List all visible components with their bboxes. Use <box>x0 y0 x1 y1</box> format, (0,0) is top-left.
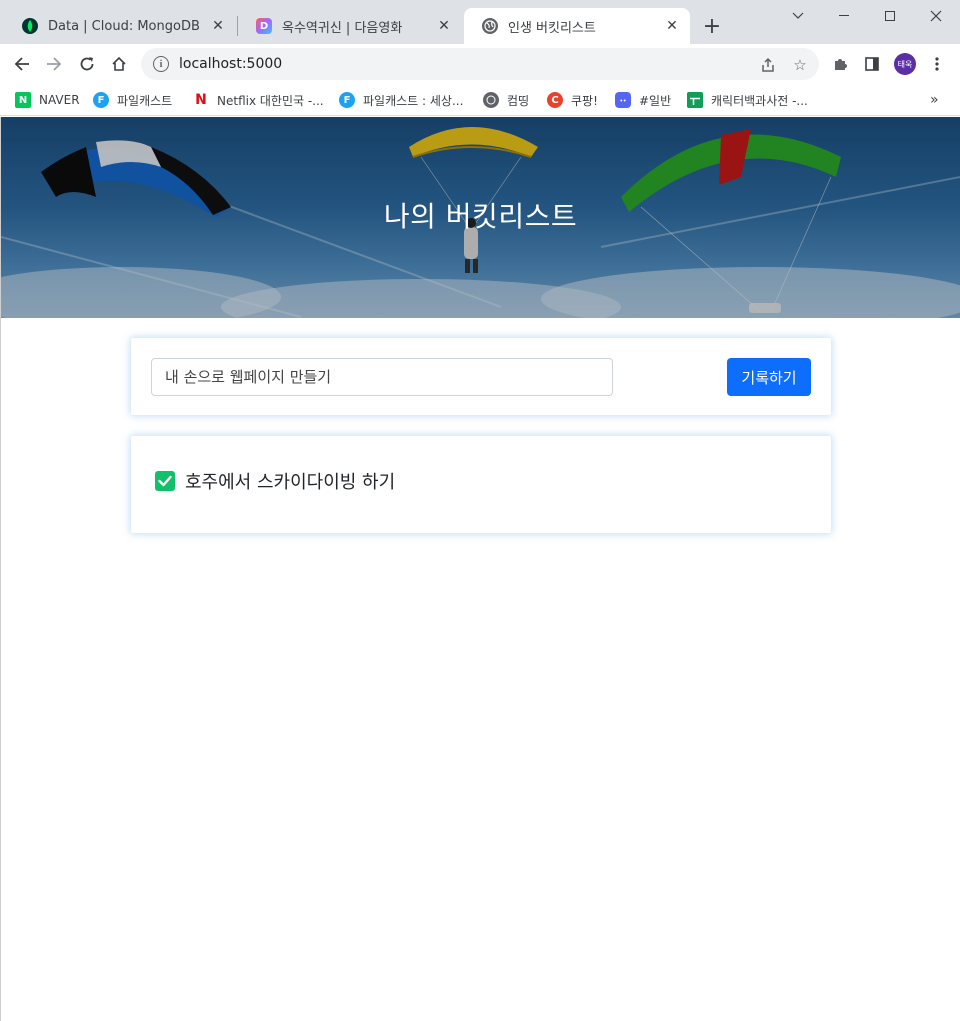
bookmark-comthing[interactable]: 컴띵 <box>483 91 529 109</box>
bookmark-character-wiki[interactable]: 캐릭터백과사전 -... <box>687 91 808 109</box>
tab-bucket-list[interactable]: 인생 버킷리스트 ✕ <box>464 8 690 44</box>
extensions-puzzle-icon[interactable] <box>831 55 849 73</box>
bookmark-label: 캐릭터백과사전 -... <box>711 93 808 108</box>
bucket-input[interactable] <box>151 358 613 396</box>
bookmark-label: Netflix 대한민국 -... <box>217 93 324 108</box>
bookmark-filecast[interactable]: F 파일캐스트 <box>93 91 172 109</box>
forward-arrow-icon[interactable] <box>40 50 68 78</box>
tab-title: 옥수역귀신 | 다음영화 <box>282 20 403 36</box>
discord-icon <box>615 92 631 108</box>
tab-title: Data | Cloud: MongoDB Cloud <box>48 18 204 34</box>
bookmark-label: NAVER <box>39 93 80 107</box>
bucket-input-card: 기록하기 <box>131 338 831 415</box>
close-window-button[interactable] <box>916 4 956 28</box>
minimize-button[interactable] <box>824 4 864 28</box>
bucket-list-card: 호주에서 스카이다이빙 하기 <box>131 436 831 533</box>
bookmark-star-icon[interactable]: ☆ <box>791 56 809 74</box>
address-url: localhost:5000 <box>179 56 283 72</box>
coupang-icon: C <box>547 92 563 108</box>
bucket-item-text: 호주에서 스카이다이빙 하기 <box>185 472 396 493</box>
bookmark-label: 쿠팡! <box>571 93 598 108</box>
save-button[interactable]: 기록하기 <box>727 358 811 396</box>
new-tab-button[interactable]: + <box>700 14 724 39</box>
checkbox-checked-icon[interactable] <box>155 471 175 491</box>
maximize-button[interactable] <box>870 4 910 28</box>
tab-mongodb[interactable]: Data | Cloud: MongoDB Cloud ✕ <box>4 8 236 44</box>
bookmark-netflix[interactable]: N Netflix 대한민국 -... <box>193 91 324 109</box>
globe-icon <box>483 92 499 108</box>
tab-search-chevron-icon[interactable] <box>778 4 818 28</box>
side-panel-icon[interactable] <box>863 55 881 73</box>
bookmarks-overflow-chevron-icon[interactable]: » <box>930 91 939 109</box>
more-menu-icon[interactable] <box>928 55 946 73</box>
daum-movie-icon: D <box>256 18 272 34</box>
filecast-icon: F <box>93 92 109 108</box>
reload-icon[interactable] <box>73 50 101 78</box>
mongodb-leaf-icon <box>22 18 38 34</box>
netflix-icon: N <box>195 92 207 108</box>
naver-icon: N <box>15 92 31 108</box>
list-item: 호주에서 스카이다이빙 하기 <box>155 468 395 494</box>
bookmarks-bar: N NAVER F 파일캐스트 N Netflix 대한민국 -... F 파일… <box>0 84 960 116</box>
bookmark-label: 컴띵 <box>507 93 530 108</box>
bookmark-naver[interactable]: N NAVER <box>15 91 80 109</box>
globe-icon <box>482 18 498 34</box>
bookmark-filecast-2[interactable]: F 파일캐스트 : 세상... <box>339 91 463 109</box>
bookmark-label: 파일캐스트 <box>117 93 173 108</box>
back-arrow-icon[interactable] <box>8 50 36 78</box>
profile-avatar[interactable]: 태욱 <box>894 53 916 75</box>
page-title: 나의 버킷리스트 <box>383 200 578 233</box>
bookmark-label: #일반 <box>639 93 672 108</box>
bookmark-coupang[interactable]: C 쿠팡! <box>547 91 598 109</box>
tab-title: 인생 버킷리스트 <box>508 20 596 36</box>
site-info-icon[interactable]: i <box>153 56 169 72</box>
sheets-icon <box>687 92 703 108</box>
share-icon[interactable] <box>759 56 777 74</box>
bookmark-label: 파일캐스트 : 세상... <box>363 93 464 108</box>
close-icon[interactable]: ✕ <box>436 18 452 34</box>
filecast-icon: F <box>339 92 355 108</box>
close-icon[interactable]: ✕ <box>664 18 680 34</box>
hero-banner: 나의 버킷리스트 <box>1 117 960 318</box>
home-icon[interactable] <box>105 50 133 78</box>
bookmark-discord[interactable]: #일반 <box>615 91 671 109</box>
browser-toolbar: i localhost:5000 ☆ <box>0 44 960 84</box>
tab-strip: Data | Cloud: MongoDB Cloud ✕ D 옥수역귀신 | … <box>0 0 960 44</box>
close-icon[interactable]: ✕ <box>210 18 226 34</box>
address-bar[interactable]: i localhost:5000 ☆ <box>141 48 819 80</box>
page-viewport: 나의 버킷리스트 기록하기 호주에서 스카이다이빙 하기 <box>0 117 960 1021</box>
tab-daum-movie[interactable]: D 옥수역귀신 | 다음영화 ✕ <box>238 8 462 44</box>
